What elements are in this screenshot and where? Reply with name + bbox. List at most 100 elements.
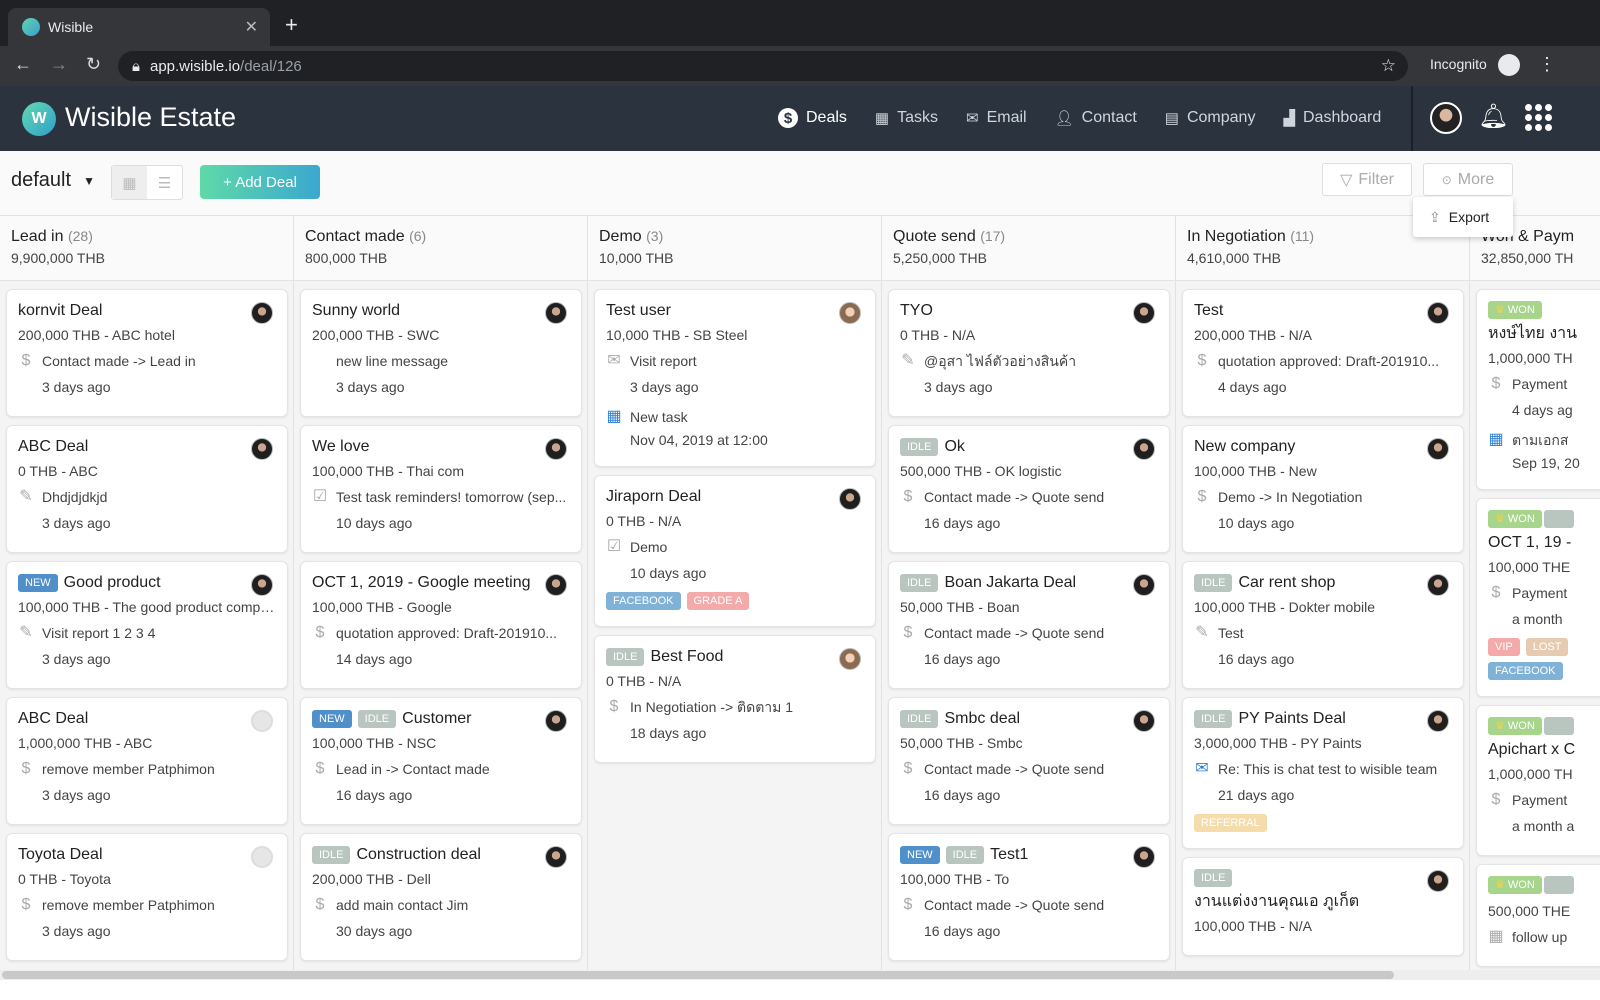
deal-title[interactable]: Car rent shop [1238,572,1335,594]
more-button[interactable]: ⊙ More [1423,163,1513,196]
wisible-logo[interactable]: W [22,102,56,136]
owner-avatar[interactable] [545,302,567,324]
deal-title[interactable]: หงษ์ไทย งาน [1488,323,1577,345]
deal-card[interactable]: IDLE Best Food 0 THB - N/A $ In Negotiation … [594,635,876,763]
deal-card[interactable]: New company 100,000 THB - New $ Demo -> In … [1182,425,1464,553]
deal-title[interactable]: Apichart x C [1488,739,1575,761]
bell-icon[interactable]: 🔔︎ [1478,102,1508,131]
new-tab-icon[interactable]: + [285,12,298,38]
owner-avatar[interactable] [1427,870,1449,892]
deal-title[interactable]: Toyota Deal [18,844,103,866]
owner-avatar[interactable] [251,710,273,732]
owner-avatar[interactable] [1427,438,1449,460]
deal-card[interactable]: ♛ WON หงษ์ไทย งาน 1,000,000 TH $ Payment 4 da… [1476,289,1600,490]
deal-title[interactable]: Jiraporn Deal [606,486,701,508]
deal-card[interactable]: ♛ WON 500,000 THE ▦ follow up [1476,864,1600,967]
deal-card[interactable]: Test 200,000 THB - N/A $ quotation approved… [1182,289,1464,417]
deal-title[interactable]: Test1 [990,844,1028,866]
deal-title[interactable]: Construction deal [356,844,481,866]
deal-title[interactable]: TYO [900,300,933,322]
owner-avatar[interactable] [1133,438,1155,460]
deal-card[interactable]: NEW IDLE Customer 100,000 THB - NSC $ Lead in… [300,697,582,825]
add-deal-button[interactable]: + Add Deal [200,165,320,199]
nav-tasks[interactable]: ▦ Tasks [875,108,938,128]
deal-title[interactable]: Best Food [650,646,723,668]
deal-card[interactable]: ABC Deal 1,000,000 THB - ABC $ remove membe… [6,697,288,825]
owner-avatar[interactable] [1427,710,1449,732]
nav-email[interactable]: ✉ Email [966,108,1027,128]
deal-card[interactable]: NEW IDLE Test1 100,000 THB - To $ Contact mad… [888,833,1170,961]
deal-title[interactable]: Test [1194,300,1223,322]
forward-icon[interactable]: → [50,54,68,75]
owner-avatar[interactable] [839,648,861,670]
deal-title[interactable]: We love [312,436,370,458]
owner-avatar[interactable] [1133,302,1155,324]
back-icon[interactable]: ← [14,54,32,75]
deal-title[interactable]: OCT 1, 2019 - Google meeting [312,572,531,594]
deal-title[interactable]: Ok [944,436,964,458]
owner-avatar[interactable] [251,846,273,868]
owner-avatar[interactable] [839,488,861,510]
scrollbar-thumb[interactable] [2,971,1394,979]
deal-title[interactable]: ABC Deal [18,436,88,458]
owner-avatar[interactable] [545,846,567,868]
deal-card[interactable]: IDLE Construction deal 200,000 THB - Dell $… [300,833,582,961]
deal-title[interactable]: PY Paints Deal [1238,708,1345,730]
deal-title[interactable]: OCT 1, 19 - [1488,532,1571,554]
deal-title[interactable]: Good product [64,572,161,594]
deal-card[interactable]: IDLE งานแต่งงานคุณเอ ภูเก็ต 100,000 THB - … [1182,857,1464,956]
nav-dashboard[interactable]: ▟ Dashboard [1283,108,1381,128]
deal-title[interactable]: kornvit Deal [18,300,102,322]
deal-title[interactable]: งานแต่งงานคุณเอ ภูเก็ต [1194,891,1359,913]
pipeline-select[interactable]: default ▼ [11,169,95,192]
owner-avatar[interactable] [1133,846,1155,868]
owner-avatar[interactable] [839,302,861,324]
deal-card[interactable]: kornvit Deal 200,000 THB - ABC hotel $ Cont… [6,289,288,417]
deal-card[interactable]: NEW Good product 100,000 THB - The good pr… [6,561,288,689]
deal-title[interactable]: ABC Deal [18,708,88,730]
deal-card[interactable]: ♛ WON Apichart x C 1,000,000 TH $ Payment a … [1476,705,1600,856]
owner-avatar[interactable] [251,302,273,324]
deal-title[interactable]: Customer [402,708,471,730]
deal-title[interactable]: Test user [606,300,671,322]
browser-menu-icon[interactable]: ⋮ [1538,54,1556,75]
deal-card[interactable]: We love 100,000 THB - Thai com ☑ Test task … [300,425,582,553]
deal-card[interactable]: TYO 0 THB - N/A ✎ @อุสา ไฟล์ตัวอย่างสินค้า 3… [888,289,1170,417]
deal-card[interactable]: IDLE Smbc deal 50,000 THB - Smbc $ Contact m… [888,697,1170,825]
deal-card[interactable]: ABC Deal 0 THB - ABC ✎ Dhdjdjdkjd 3 days ago [6,425,288,553]
bookmark-star-icon[interactable]: ☆ [1381,56,1396,76]
owner-avatar[interactable] [1427,574,1449,596]
deal-card[interactable]: Jiraporn Deal 0 THB - N/A ☑ Demo 10 days ago… [594,475,876,627]
url-field[interactable]: 🔒︎ app.wisible.io/deal/126 ☆ [118,51,1408,81]
deal-title[interactable]: Boan Jakarta Deal [944,572,1076,594]
close-tab-icon[interactable]: ✕ [245,17,258,37]
deal-card[interactable]: IDLE Ok 500,000 THB - OK logistic $ Contact … [888,425,1170,553]
owner-avatar[interactable] [545,710,567,732]
browser-tab[interactable]: Wisible ✕ [8,8,270,46]
nav-contact[interactable]: 👤︎ Contact [1055,108,1137,128]
kanban-view-icon[interactable]: ▦ [112,166,147,199]
deal-card[interactable]: OCT 1, 2019 - Google meeting 100,000 THB … [300,561,582,689]
filter-button[interactable]: ▽ Filter [1322,163,1412,196]
deal-card[interactable]: Test user 10,000 THB - SB Steel ✉ Visit rep… [594,289,876,467]
deal-card[interactable]: Toyota Deal 0 THB - Toyota $ remove member … [6,833,288,961]
deal-title[interactable]: Smbc deal [944,708,1020,730]
deal-title[interactable]: New company [1194,436,1295,458]
nav-deals[interactable]: $ Deals [778,108,847,128]
deal-card[interactable]: IDLE PY Paints Deal 3,000,000 THB - PY Pai… [1182,697,1464,849]
owner-avatar[interactable] [1427,302,1449,324]
deal-card[interactable]: Sunny world 200,000 THB - SWC new line mes… [300,289,582,417]
list-view-icon[interactable]: ☰ [147,166,182,199]
owner-avatar[interactable] [1133,574,1155,596]
nav-company[interactable]: ▤ Company [1165,108,1256,128]
deal-card[interactable]: IDLE Car rent shop 100,000 THB - Dokter mo… [1182,561,1464,689]
deal-card[interactable]: IDLE Boan Jakarta Deal 50,000 THB - Boan $ C… [888,561,1170,689]
user-avatar[interactable] [1430,102,1462,134]
owner-avatar[interactable] [251,438,273,460]
apps-grid-icon[interactable] [1525,104,1552,131]
deal-card[interactable]: ♛ WON OCT 1, 19 - 100,000 THE $ Payment a mo… [1476,498,1600,697]
owner-avatar[interactable] [545,574,567,596]
owner-avatar[interactable] [1133,710,1155,732]
owner-avatar[interactable] [545,438,567,460]
export-menu-item[interactable]: ⇪ Export [1413,197,1513,237]
